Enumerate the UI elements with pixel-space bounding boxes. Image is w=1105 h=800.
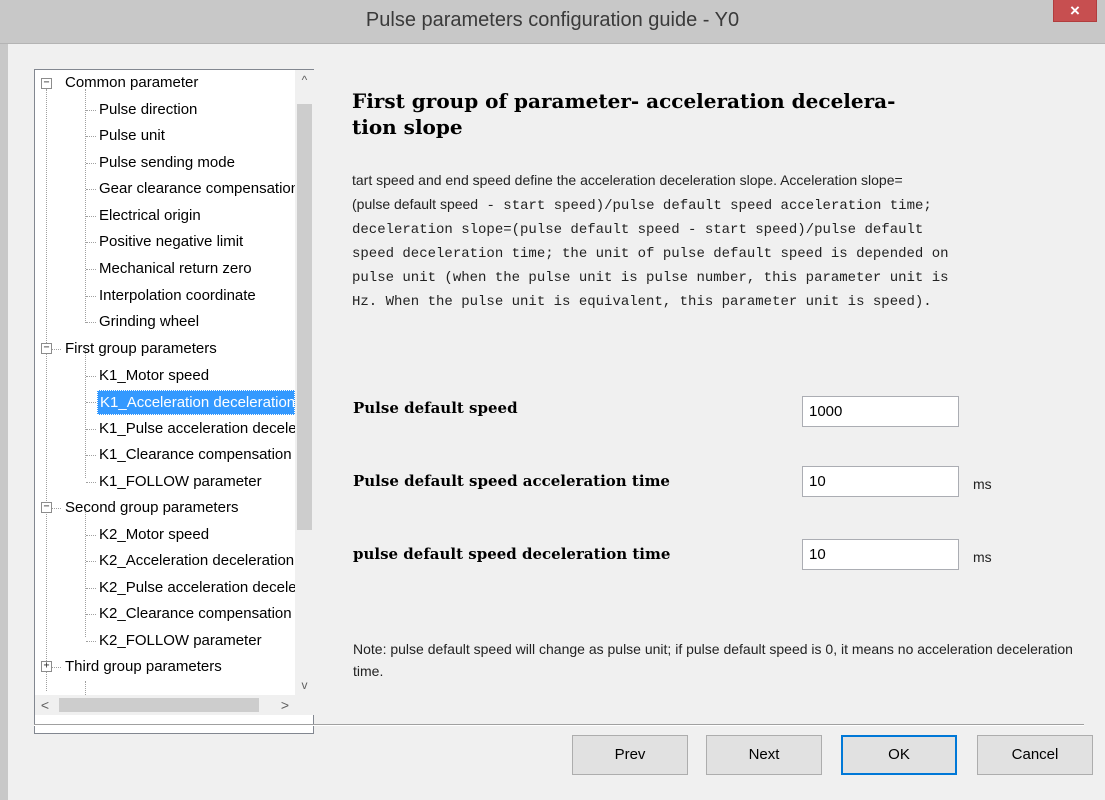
tree-line (85, 681, 86, 695)
note-text: Note: pulse default speed will change as… (353, 641, 1073, 679)
tree-item-grinding-wheel[interactable]: Grinding wheel (99, 309, 199, 335)
vertical-scroll-thumb[interactable] (297, 104, 312, 530)
title-bar[interactable]: Pulse parameters configuration guide - Y… (0, 0, 1105, 44)
collapse-icon[interactable]: − (41, 78, 52, 89)
tree-group-second-group[interactable]: Second group parameters (65, 495, 238, 521)
tree-line (86, 429, 96, 430)
tree-item-k2-acceleration-deceleration[interactable]: K2_Acceleration deceleration (99, 548, 294, 574)
pulse-default-speed-input[interactable]: 1000 (802, 396, 959, 427)
scroll-left-icon[interactable]: < (35, 695, 55, 715)
tree-vertical-scrollbar[interactable]: ^ v (295, 70, 314, 695)
description-fragment: (pulse default speed (352, 196, 479, 212)
tree-item-k1-pulse-acceleration[interactable]: K1_Pulse acceleration deceleration (99, 416, 295, 442)
section-description: tart speed and end speed define the acce… (352, 168, 1082, 314)
scroll-down-icon[interactable]: v (295, 675, 314, 695)
scroll-up-icon[interactable]: ^ (295, 70, 314, 90)
tree-line (85, 350, 86, 478)
tree-line (86, 641, 96, 642)
collapse-icon[interactable]: − (41, 343, 52, 354)
tree-line (86, 189, 96, 190)
scrollbar-corner (295, 695, 314, 715)
close-button[interactable]: × (1053, 0, 1097, 22)
tree-line (46, 89, 47, 691)
window-title: Pulse parameters configuration guide - Y… (365, 9, 740, 31)
tree-item-positive-negative-limit[interactable]: Positive negative limit (99, 229, 243, 255)
dialog-client-area: − Common parameter Pulse direction Pulse… (8, 44, 1105, 800)
description-line: pulse unit (when the pulse unit is pulse… (352, 270, 949, 286)
dialog-window: Pulse parameters configuration guide - Y… (0, 0, 1105, 800)
next-button[interactable]: Next (706, 735, 822, 775)
tree-line (86, 322, 96, 323)
tree-item-mechanical-return-zero[interactable]: Mechanical return zero (99, 256, 252, 282)
tree-line (86, 614, 96, 615)
acceleration-time-label: Pulse default speed acceleration time (353, 472, 670, 490)
parameter-tree[interactable]: − Common parameter Pulse direction Pulse… (34, 69, 314, 734)
collapse-icon[interactable]: + (41, 661, 52, 672)
tree-item-electrical-origin[interactable]: Electrical origin (99, 203, 201, 229)
tree-line (86, 269, 96, 270)
tree-item-k1-clearance-compensation[interactable]: K1_Clearance compensation (99, 442, 292, 468)
scroll-right-icon[interactable]: > (275, 695, 295, 715)
tree-group-common-parameter[interactable]: Common parameter (65, 70, 198, 96)
deceleration-time-unit: ms (973, 549, 992, 565)
description-line: Hz. When the pulse unit is equivalent, t… (352, 294, 932, 310)
tree-line (86, 163, 96, 164)
tree-group-first-group[interactable]: First group parameters (65, 336, 217, 362)
tree-item-k1-acceleration-deceleration[interactable]: K1_Acceleration deceleration (97, 390, 295, 415)
cancel-button[interactable]: Cancel (977, 735, 1093, 775)
horizontal-scroll-thumb[interactable] (59, 698, 259, 712)
tree-line (86, 588, 96, 589)
tree-horizontal-scrollbar[interactable]: < > (35, 695, 314, 715)
tree-item-k2-follow-parameter[interactable]: K2_FOLLOW parameter (99, 628, 262, 654)
tree-item-pulse-sending-mode[interactable]: Pulse sending mode (99, 150, 235, 176)
tree-group-third-group[interactable]: Third group parameters (65, 654, 222, 680)
deceleration-time-input[interactable]: 10 (802, 539, 959, 570)
tree-item-k1-motor-speed[interactable]: K1_Motor speed (99, 363, 209, 389)
tree-item-gear-clearance[interactable]: Gear clearance compensation (99, 176, 295, 202)
ok-button[interactable]: OK (841, 735, 957, 775)
tree-line (86, 402, 96, 403)
description-fragment: - start speed)/pulse default speed accel… (478, 198, 932, 214)
tree-line (86, 455, 96, 456)
description-line: deceleration slope=(pulse default speed … (352, 222, 924, 238)
description-line: (pulse default speed - start speed)/puls… (352, 192, 1082, 218)
tree-line (86, 482, 96, 483)
tree-item-k2-pulse-acceleration[interactable]: K2_Pulse acceleration deceleration (99, 575, 295, 601)
tree-line (85, 509, 86, 637)
collapse-icon[interactable]: − (41, 502, 52, 513)
tree-line (86, 136, 96, 137)
prev-button[interactable]: Prev (572, 735, 688, 775)
window-left-border (0, 44, 8, 800)
acceleration-time-unit: ms (973, 476, 992, 492)
tree-item-pulse-unit[interactable]: Pulse unit (99, 123, 165, 149)
tree-line (86, 242, 96, 243)
pulse-default-speed-label: Pulse default speed (353, 399, 518, 417)
tree-line (86, 296, 96, 297)
button-separator (34, 724, 1084, 726)
description-line: tart speed and end speed define the acce… (352, 172, 903, 188)
tree-line (86, 216, 96, 217)
tree-item-k2-motor-speed[interactable]: K2_Motor speed (99, 522, 209, 548)
description-line: speed deceleration time; the unit of pul… (352, 246, 949, 262)
tree-line (86, 561, 96, 562)
tree-line (86, 376, 96, 377)
tree-line (86, 535, 96, 536)
tree-item-pulse-direction[interactable]: Pulse direction (99, 97, 197, 123)
deceleration-time-label: pulse default speed deceleration time (353, 545, 671, 563)
tree-line (85, 89, 86, 323)
tree-items: − Common parameter Pulse direction Pulse… (35, 70, 295, 695)
tree-item-k2-clearance-compensation[interactable]: K2_Clearance compensation (99, 601, 292, 627)
tree-item-interpolation-coordinate[interactable]: Interpolation coordinate (99, 283, 256, 309)
acceleration-time-input[interactable]: 10 (802, 466, 959, 497)
section-heading: First group of parameter- acceleration d… (352, 89, 896, 139)
tree-line (86, 110, 96, 111)
tree-item-k1-follow-parameter[interactable]: K1_FOLLOW parameter (99, 469, 262, 495)
